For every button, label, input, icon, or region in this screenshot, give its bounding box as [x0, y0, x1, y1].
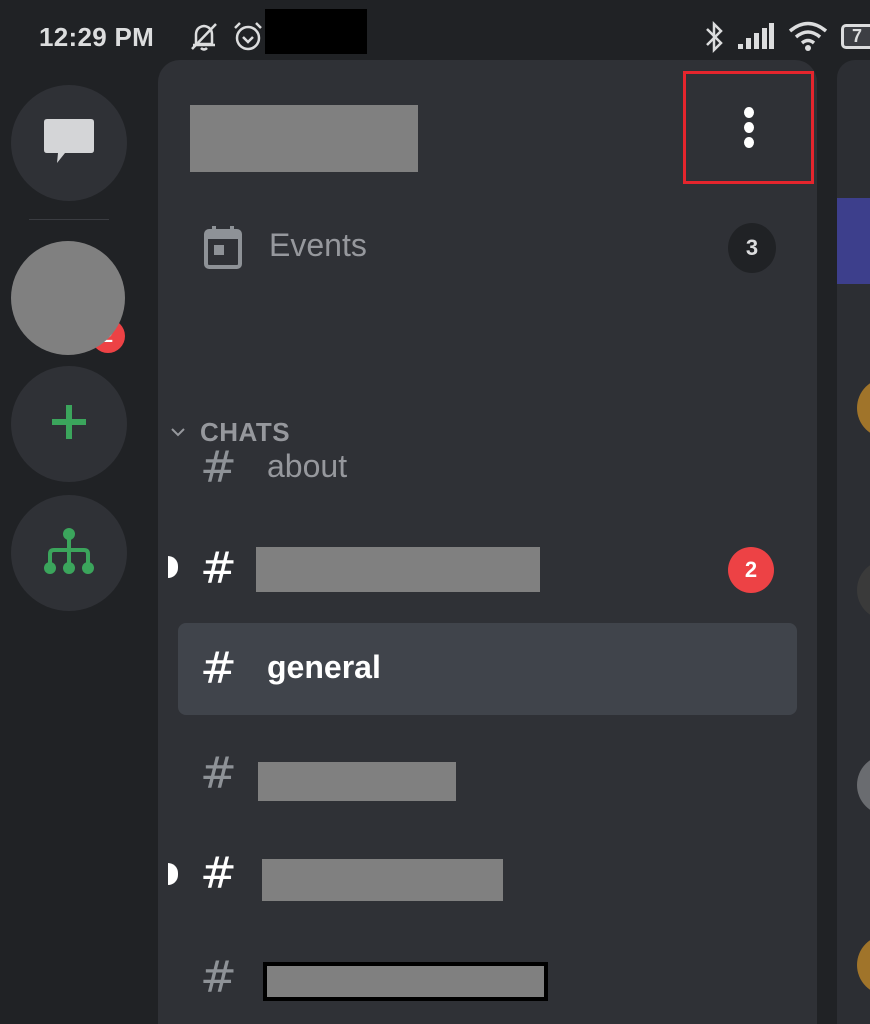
- battery-icon: 7: [841, 24, 870, 49]
- peek-avatar: [857, 560, 870, 620]
- peek-banner: [837, 198, 870, 284]
- channel-panel: Events 3 CHATS # about # 2 # general # #…: [158, 60, 817, 1024]
- channel-name-redacted: [258, 762, 456, 801]
- hash-icon: #: [200, 442, 237, 493]
- events-row[interactable]: Events 3: [158, 210, 817, 286]
- signal-icon: [737, 20, 775, 57]
- unread-indicator: [168, 863, 178, 885]
- add-server-button[interactable]: [11, 366, 127, 482]
- channel-name-redacted: [262, 859, 503, 901]
- channel-read-2[interactable]: #: [178, 728, 797, 820]
- status-bar: 12:29 PM 7: [0, 0, 870, 60]
- channel-read-4[interactable]: #: [178, 932, 797, 1024]
- chat-panel-peek[interactable]: [837, 60, 870, 1024]
- add-server-icon: [50, 403, 88, 446]
- hash-icon: #: [200, 848, 237, 899]
- wifi-icon: [788, 20, 828, 57]
- channel-unread-3[interactable]: #: [168, 828, 797, 920]
- more-vertical-icon: [743, 107, 754, 118]
- peek-avatar: [857, 935, 870, 995]
- server-menu-button[interactable]: [683, 71, 814, 184]
- server-avatar[interactable]: [11, 241, 125, 355]
- mention-badge: 2: [728, 547, 774, 593]
- hash-icon: #: [200, 643, 237, 694]
- channel-general[interactable]: # general: [178, 623, 797, 715]
- channel-name: about: [267, 448, 348, 484]
- hash-icon: #: [200, 952, 237, 1003]
- direct-messages-button[interactable]: [11, 85, 127, 201]
- events-label: Events: [269, 227, 367, 263]
- direct-messages-icon: [43, 117, 95, 170]
- bluetooth-icon: [703, 20, 727, 59]
- server-name[interactable]: [190, 105, 418, 172]
- channel-unread-1[interactable]: # 2: [168, 523, 797, 615]
- unread-indicator: [168, 556, 178, 578]
- discord-mobile-screen: 12:29 PM 7 2: [0, 0, 870, 1024]
- channel-about[interactable]: # about: [178, 422, 797, 514]
- peek-avatar: [857, 755, 870, 815]
- hash-icon: #: [200, 748, 237, 799]
- explore-servers-button[interactable]: [11, 495, 127, 611]
- bell-off-icon: [188, 20, 220, 57]
- rail-divider: [29, 219, 109, 220]
- events-count-badge: 3: [728, 223, 776, 273]
- explore-servers-icon: [42, 526, 96, 581]
- channel-name-redacted: [256, 547, 540, 592]
- calendar-icon: [203, 226, 243, 275]
- peek-avatar: [857, 378, 870, 438]
- alarm-icon: [232, 20, 264, 57]
- channel-name-redacted: [263, 962, 548, 1001]
- channel-name: general: [267, 649, 381, 685]
- redacted-notification: [265, 9, 367, 54]
- status-time: 12:29 PM: [39, 22, 155, 52]
- hash-icon: #: [200, 543, 237, 594]
